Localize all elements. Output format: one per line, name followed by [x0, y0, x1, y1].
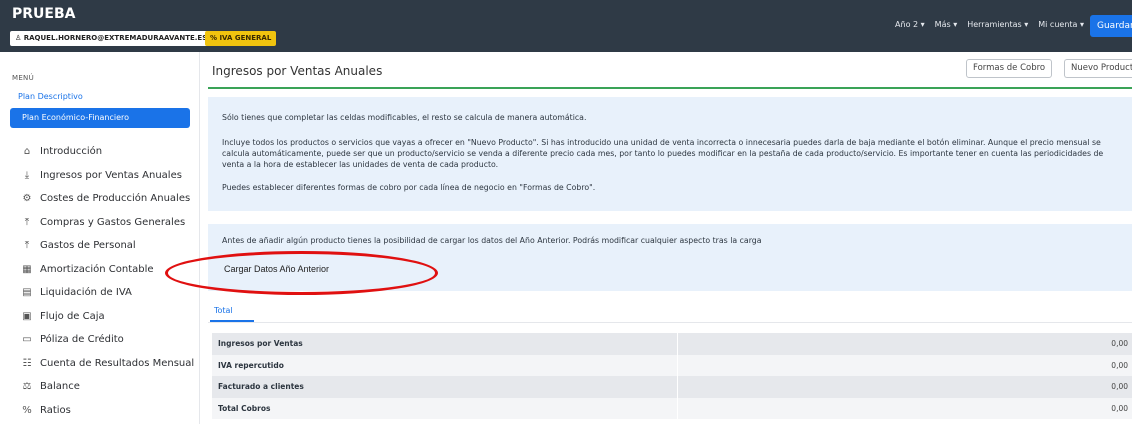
sidebar-item-personal[interactable]: ⤒ Gastos de Personal	[20, 234, 194, 258]
gear-icon: ⚙	[22, 193, 32, 205]
user-icon: ♙	[15, 34, 24, 42]
tab-total[interactable]: Total	[214, 306, 233, 315]
iva-badge[interactable]: % IVA GENERAL	[205, 31, 277, 46]
row-label: Ingresos por Ventas	[212, 333, 678, 355]
sidebar-item-label: Ratios	[40, 404, 71, 416]
nav-year-menu[interactable]: Año 2 ▾	[895, 20, 925, 29]
app-brand: PRUEBA	[12, 6, 76, 22]
row-label: IVA repercutido	[212, 354, 678, 376]
sidebar-item-plan-economico[interactable]: Plan Económico-Financiero	[10, 108, 190, 128]
user-email: RAQUEL.HORNERO@EXTREMADURAAVANTE.ES	[23, 34, 208, 42]
menu-title: MENÚ	[12, 74, 35, 82]
annotation-ellipse	[165, 251, 438, 295]
page-title: Ingresos por Ventas Anuales	[212, 64, 383, 78]
card-icon: ▭	[22, 334, 32, 346]
nuevo-producto-button[interactable]: Nuevo Producto	[1064, 59, 1132, 78]
user-badge[interactable]: ♙ RAQUEL.HORNERO@EXTREMADURAAVANTE.ES	[10, 31, 213, 46]
table-row: Ingresos por Ventas 0,00	[212, 333, 1132, 355]
row-value: 0,00	[678, 397, 1132, 419]
sidebar-item-label: Balance	[40, 381, 80, 393]
formas-cobro-button[interactable]: Formas de Cobro	[966, 59, 1053, 78]
top-nav: Año 2 ▾ Más ▾ Herramientas ▾ Mi cuenta ▾	[895, 20, 1084, 29]
row-label: Facturado a clientes	[212, 376, 678, 398]
row-label: Total Cobros	[212, 397, 678, 419]
cash-icon: ▣	[22, 310, 32, 322]
sidebar-item-ratios[interactable]: % Ratios	[20, 399, 194, 423]
table-row: Total Cobros 0,00	[212, 397, 1132, 419]
sidebar-item-cuenta[interactable]: ☷ Cuenta de Resultados Mensual	[20, 352, 195, 376]
row-value: 0,00	[678, 376, 1132, 398]
building-icon: ▦	[22, 263, 32, 275]
totals-table: Ingresos por Ventas 0,00 IVA repercutido…	[212, 333, 1132, 419]
info-text-2: Incluye todos los productos o servicios …	[222, 138, 1104, 169]
document-icon: ▤	[22, 287, 32, 299]
sidebar-item-label: Póliza de Crédito	[40, 334, 124, 346]
sidebar: MENÚ Plan Descriptivo Plan Económico-Fin…	[0, 52, 200, 424]
sidebar-item-label: Costes de Producción Anuales	[40, 193, 191, 205]
header-divider	[208, 87, 1132, 89]
upload-icon: ⤒	[24, 240, 30, 252]
nav-account-menu[interactable]: Mi cuenta ▾	[1038, 20, 1084, 29]
balance-icon: ⚖	[22, 381, 32, 393]
nav-tools-menu[interactable]: Herramientas ▾	[967, 20, 1028, 29]
load-previous-text: Antes de añadir algún producto tienes la…	[222, 236, 762, 245]
info-text-3: Puedes establecer diferentes formas de c…	[222, 183, 596, 192]
save-button[interactable]: Guardar	[1090, 15, 1132, 37]
row-value: 0,00	[678, 333, 1132, 355]
sidebar-item-label: Flujo de Caja	[40, 310, 105, 322]
sidebar-item-poliza[interactable]: ▭ Póliza de Crédito	[20, 328, 194, 352]
sidebar-item-ingresos[interactable]: ⤓ Ingresos por Ventas Anuales	[20, 164, 194, 188]
tab-divider	[208, 322, 1132, 323]
sidebar-item-label: Gastos de Personal	[40, 240, 136, 252]
list-icon: ☷	[22, 357, 32, 369]
iva-label: IVA GENERAL	[219, 34, 272, 42]
row-value: 0,00	[678, 354, 1132, 376]
percent-icon: %	[22, 404, 32, 416]
sidebar-item-plan-descriptivo[interactable]: Plan Descriptivo	[18, 92, 83, 101]
sidebar-item-iva[interactable]: ▤ Liquidación de IVA	[20, 281, 194, 305]
nav-more-menu[interactable]: Más ▾	[935, 20, 958, 29]
download-icon: ⤓	[24, 169, 30, 181]
sidebar-item-label: Compras y Gastos Generales	[40, 216, 186, 228]
sidebar-item-label: Liquidación de IVA	[40, 287, 132, 299]
table-row: Facturado a clientes 0,00	[212, 376, 1132, 398]
sidebar-item-balance[interactable]: ⚖ Balance	[20, 375, 194, 399]
sidebar-item-compras[interactable]: ⤒ Compras y Gastos Generales	[20, 211, 194, 235]
top-header: PRUEBA ♙ RAQUEL.HORNERO@EXTREMADURAAVANT…	[0, 0, 1132, 52]
sidebar-item-label: Introducción	[40, 146, 103, 158]
sidebar-nav: ⌂ Introducción ⤓ Ingresos por Ventas Anual…	[20, 140, 194, 422]
sidebar-item-label: Cuenta de Resultados Mensual	[40, 357, 195, 369]
sidebar-item-label: Ingresos por Ventas Anuales	[40, 169, 182, 181]
home-icon: ⌂	[23, 146, 31, 158]
sidebar-item-introduccion[interactable]: ⌂ Introducción	[20, 140, 194, 164]
sidebar-item-costes[interactable]: ⚙ Costes de Producción Anuales	[20, 187, 194, 211]
info-text-1: Sólo tienes que completar las celdas mod…	[222, 113, 587, 122]
upload-icon: ⤒	[24, 216, 30, 228]
main-content: Ingresos por Ventas Anuales Formas de Co…	[200, 52, 1132, 424]
sidebar-item-flujo[interactable]: ▣ Flujo de Caja	[20, 305, 194, 329]
table-row: IVA repercutido 0,00	[212, 354, 1132, 376]
sidebar-item-label: Amortización Contable	[40, 263, 154, 275]
info-panel: Sólo tienes que completar las celdas mod…	[208, 97, 1132, 211]
